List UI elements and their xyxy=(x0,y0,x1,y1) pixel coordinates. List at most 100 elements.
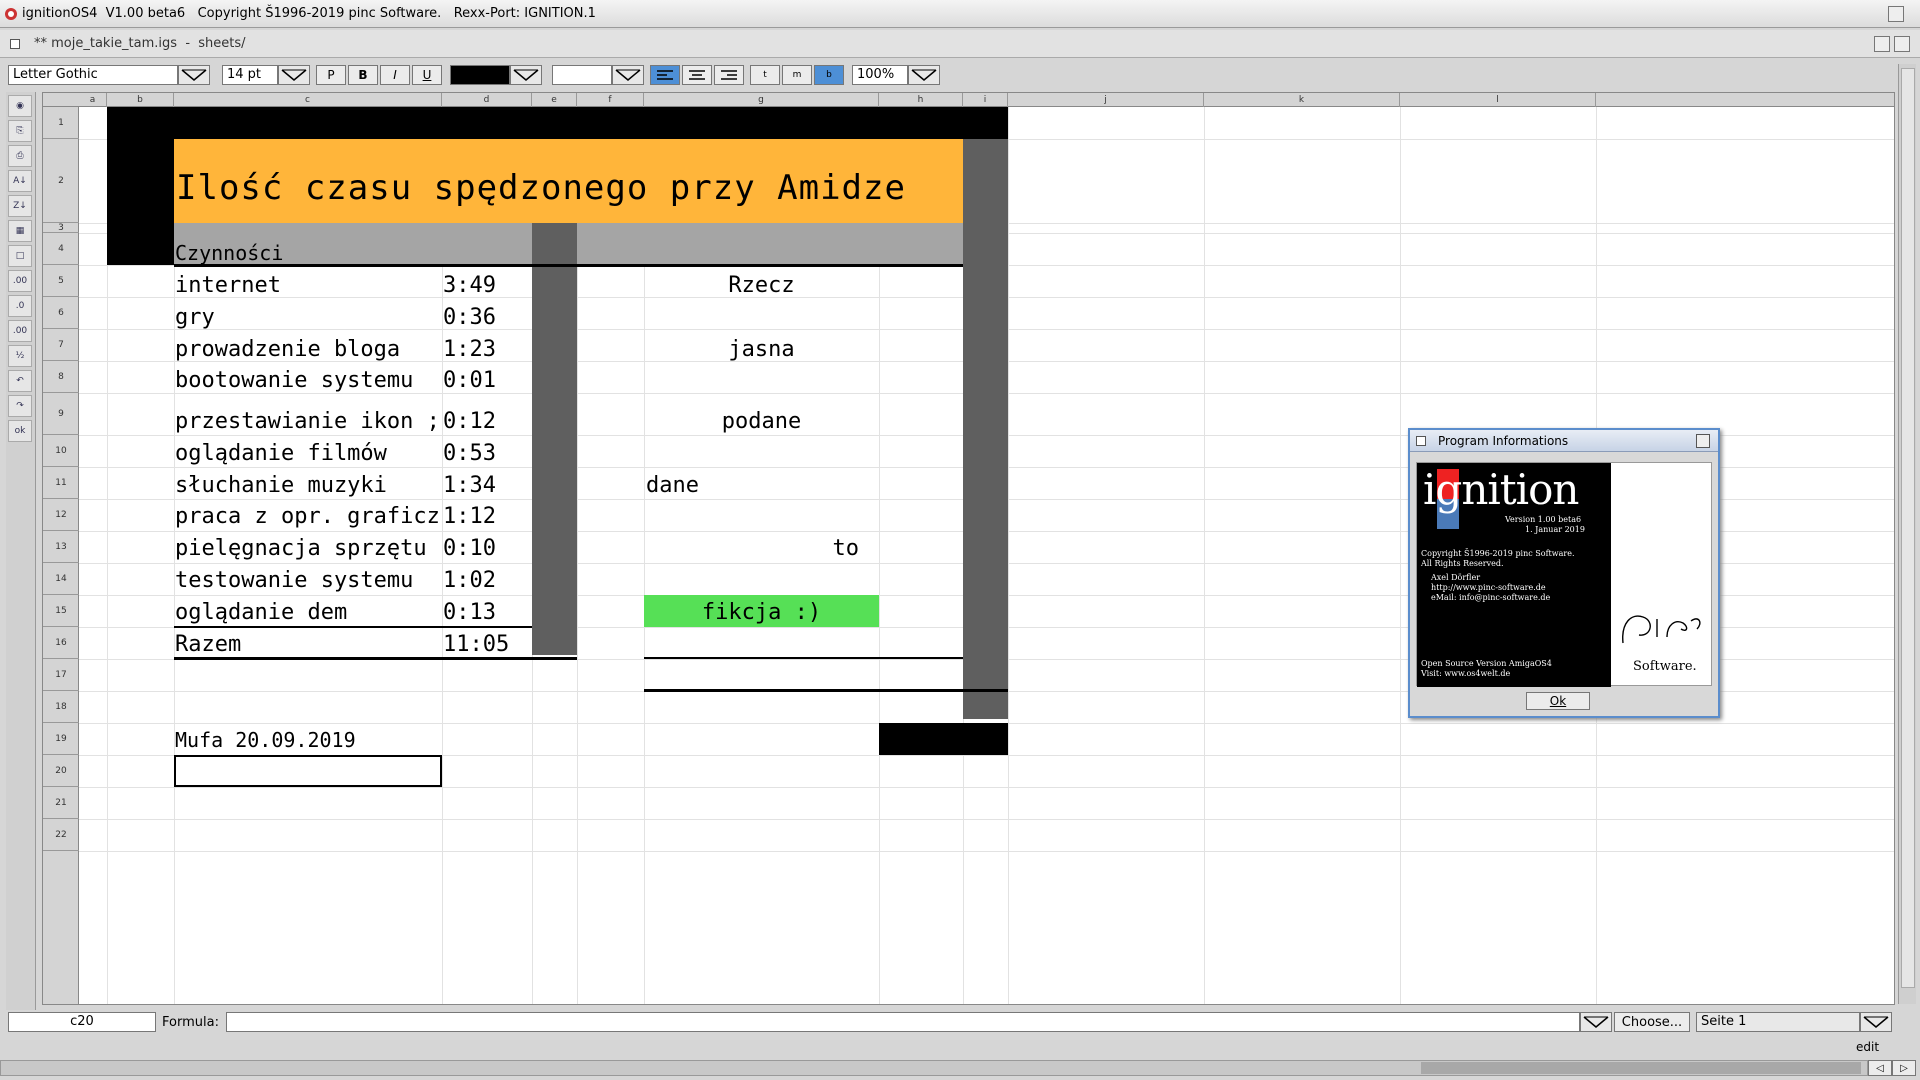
sort-ascending-icon[interactable]: A↓ xyxy=(8,170,32,192)
row-header[interactable]: 13 xyxy=(43,531,79,563)
note-cell[interactable]: Rzecz xyxy=(644,275,879,297)
column-header[interactable]: h xyxy=(879,93,963,107)
note-cell[interactable]: dane xyxy=(646,475,699,497)
row-header[interactable]: 21 xyxy=(43,787,79,819)
note-cell-highlight[interactable]: fikcja :) xyxy=(644,602,879,624)
column-header[interactable]: e xyxy=(532,93,577,107)
activity-time[interactable]: 1:02 xyxy=(443,570,496,592)
activity-name[interactable]: testowanie systemu xyxy=(175,570,413,592)
column-header[interactable]: b xyxy=(107,93,174,107)
activity-time[interactable]: 0:13 xyxy=(443,602,496,624)
row-header[interactable]: 17 xyxy=(43,659,79,691)
redo-icon[interactable]: ↷ xyxy=(8,395,32,417)
font-name-dropdown[interactable] xyxy=(178,65,210,85)
note-cell[interactable]: podane xyxy=(644,411,879,433)
decimal-format-icon[interactable]: .00 xyxy=(8,320,32,342)
column-header[interactable]: i xyxy=(963,93,1008,107)
font-size-field[interactable]: 14 pt xyxy=(222,65,278,85)
zoom-gadget-icon[interactable] xyxy=(1874,36,1890,52)
activity-name[interactable]: pielęgnacja sprzętu xyxy=(175,538,427,560)
column-header[interactable]: g xyxy=(644,93,879,107)
scroll-right-icon[interactable]: ▷ xyxy=(1892,1060,1916,1076)
valign-top-button[interactable]: t xyxy=(750,65,780,85)
align-right-button[interactable] xyxy=(714,65,744,85)
note-cell[interactable]: jasna xyxy=(644,339,879,361)
activity-name[interactable]: gry xyxy=(175,307,215,329)
zoom-field[interactable]: 100% xyxy=(852,65,908,85)
column-header[interactable]: l xyxy=(1400,93,1596,107)
decimal-decrease-icon[interactable]: .0 xyxy=(8,295,32,317)
column-header[interactable]: k xyxy=(1204,93,1400,107)
fraction-icon[interactable]: ½ xyxy=(8,345,32,367)
row-header[interactable]: 16 xyxy=(43,627,79,659)
row-header[interactable]: 2 xyxy=(43,139,79,223)
horizontal-scroll-knob[interactable] xyxy=(1421,1062,1861,1074)
valign-bottom-button[interactable]: b xyxy=(814,65,844,85)
total-label[interactable]: Razem xyxy=(175,634,241,656)
text-color-swatch[interactable] xyxy=(450,65,510,85)
total-time[interactable]: 11:05 xyxy=(443,634,509,656)
window-depth-icon[interactable] xyxy=(1894,36,1910,52)
font-name-field[interactable]: Letter Gothic xyxy=(8,65,178,85)
activity-time[interactable]: 1:23 xyxy=(443,339,496,361)
activity-name[interactable]: oglądanie dem xyxy=(175,602,347,624)
activity-name[interactable]: przestawianie ikon ; xyxy=(175,411,440,433)
column-header[interactable]: f xyxy=(577,93,644,107)
font-size-dropdown[interactable] xyxy=(278,65,310,85)
vertical-scroll-knob[interactable] xyxy=(1901,68,1915,988)
horizontal-scrollbar[interactable] xyxy=(0,1060,1868,1076)
signature-cell[interactable]: Mufa 20.09.2019 xyxy=(175,730,356,750)
row-header[interactable]: 1 xyxy=(43,107,79,139)
activity-time[interactable]: 0:12 xyxy=(443,411,496,433)
dialog-close-icon[interactable] xyxy=(1416,435,1426,446)
row-header[interactable]: 15 xyxy=(43,595,79,627)
row-header[interactable]: 4 xyxy=(43,233,79,265)
style-plain-button[interactable]: P xyxy=(316,65,346,85)
activity-name[interactable]: słuchanie muzyki xyxy=(175,475,387,497)
ok-button[interactable]: Ok xyxy=(1526,692,1590,710)
row-header[interactable]: 5 xyxy=(43,265,79,297)
print-icon[interactable]: ⎙ xyxy=(8,145,32,167)
choose-button[interactable]: Choose... xyxy=(1614,1012,1690,1032)
row-header[interactable]: 19 xyxy=(43,723,79,755)
style-bold-button[interactable]: B xyxy=(348,65,378,85)
column-header[interactable]: j xyxy=(1008,93,1204,107)
row-header[interactable]: 22 xyxy=(43,819,79,851)
style-underline-button[interactable]: U xyxy=(412,65,442,85)
activity-name[interactable]: prowadzenie bloga xyxy=(175,339,400,361)
sheet-title[interactable]: Ilość czasu spędzonego przy Amidze xyxy=(176,171,906,205)
activity-time[interactable]: 0:53 xyxy=(443,443,496,465)
cell-ref-field[interactable]: c20 xyxy=(8,1012,156,1032)
depth-gadget-icon[interactable] xyxy=(1888,6,1904,22)
row-header[interactable]: 9 xyxy=(43,393,79,435)
valign-middle-button[interactable]: m xyxy=(782,65,812,85)
column-header[interactable]: a xyxy=(79,93,107,107)
open-icon[interactable]: ◉ xyxy=(8,95,32,117)
activity-name[interactable]: internet xyxy=(175,275,281,297)
ok-small-icon[interactable]: ok xyxy=(8,420,32,442)
row-header[interactable]: 12 xyxy=(43,499,79,531)
grid-icon[interactable]: ▦ xyxy=(8,220,32,242)
align-left-button[interactable] xyxy=(650,65,680,85)
style-italic-button[interactable]: I xyxy=(380,65,410,85)
close-gadget-icon[interactable] xyxy=(10,38,20,49)
formula-input[interactable] xyxy=(226,1012,1580,1032)
save-icon[interactable]: ⎘ xyxy=(8,120,32,142)
row-header[interactable]: 11 xyxy=(43,467,79,499)
row-header[interactable]: 6 xyxy=(43,297,79,329)
decimal-increase-icon[interactable]: .00 xyxy=(8,270,32,292)
activity-name[interactable]: oglądanie filmów xyxy=(175,443,387,465)
header-cell[interactable]: Czynności xyxy=(175,243,283,263)
page-selector[interactable]: Seite 1 xyxy=(1696,1012,1860,1032)
row-header[interactable]: 7 xyxy=(43,329,79,361)
row-header[interactable]: 3 xyxy=(43,223,79,233)
row-header[interactable]: 20 xyxy=(43,755,79,787)
activity-time[interactable]: 0:10 xyxy=(443,538,496,560)
dialog-title-bar[interactable]: Program Informations xyxy=(1410,430,1718,452)
row-header[interactable]: 14 xyxy=(43,563,79,595)
frame-icon[interactable]: □ xyxy=(8,245,32,267)
activity-time[interactable]: 1:34 xyxy=(443,475,496,497)
row-header[interactable]: 18 xyxy=(43,691,79,723)
dialog-depth-icon[interactable] xyxy=(1696,434,1710,448)
activity-time[interactable]: 0:01 xyxy=(443,370,496,392)
